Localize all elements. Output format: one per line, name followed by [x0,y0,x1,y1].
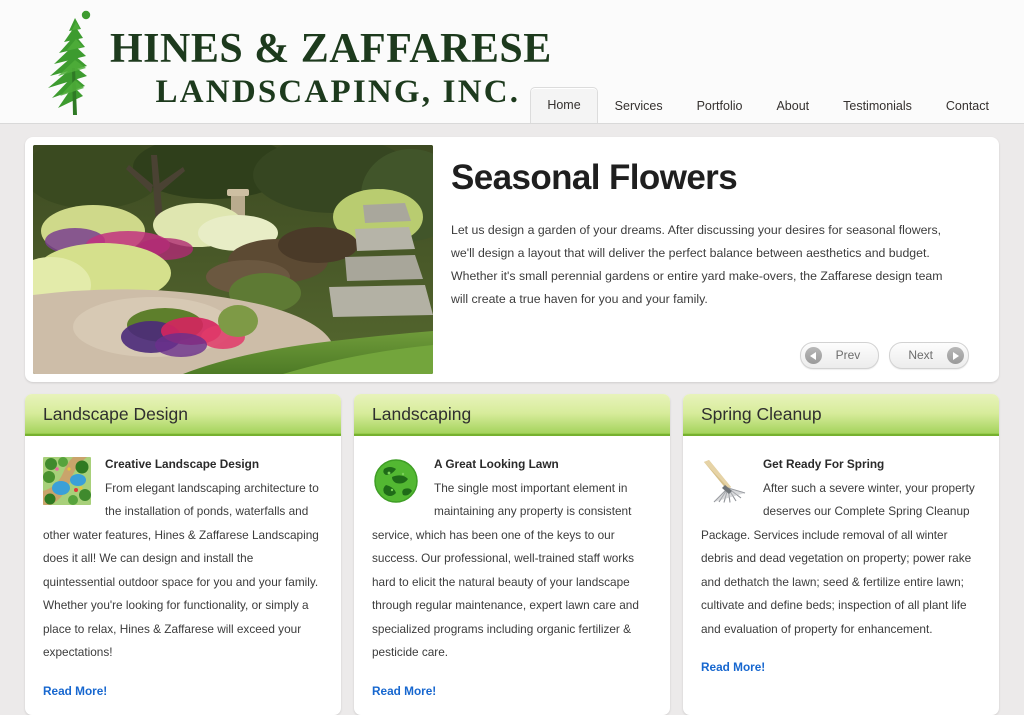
logo-line-1: HINES & ZAFFARESE [110,26,552,72]
card-title: Landscaping [372,404,472,424]
nav-item-portfolio[interactable]: Portfolio [680,89,760,123]
card-body: Get Ready For Spring After such a severe… [683,436,999,715]
carousel-prev-label: Prev [835,348,861,362]
green-globe-thumbnail [372,457,420,505]
read-more-link[interactable]: Read More! [43,680,107,704]
carousel-next-label: Next [908,348,933,362]
hero-title: Seasonal Flowers [451,158,738,197]
hero-image [33,145,433,374]
logo-line-2: LANDSCAPING, INC. [155,74,521,110]
card-header: Spring Cleanup [683,394,999,436]
landscape-plan-thumbnail [43,457,91,505]
rake-thumbnail [701,457,749,505]
nav-item-contact[interactable]: Contact [929,89,1006,123]
card-body: Creative Landscape Design From elegant l… [25,436,341,715]
hero-copy: Seasonal Flowers Let us design a garden … [433,145,991,374]
read-more-link[interactable]: Read More! [372,680,436,704]
hero-description: Let us design a garden of your dreams. A… [451,223,943,306]
carousel-controls: Prev Next [799,342,969,369]
card-lead: Creative Landscape Design [105,457,260,471]
nav-item-services[interactable]: Services [598,89,680,123]
nav-item-about[interactable]: About [759,89,826,123]
card-spring-cleanup: Spring Cleanup Get Ready For Spring Afte… [683,394,999,715]
card-header: Landscaping [354,394,670,436]
chevron-left-icon [804,347,822,364]
card-lead: Get Ready For Spring [763,457,885,471]
card-text: From elegant landscaping architecture to… [43,480,319,660]
site-header: HINES & ZAFFARESE LANDSCAPING, INC. Home… [0,0,1024,124]
read-more-link[interactable]: Read More! [701,656,765,680]
main-navigation: Home Services Portfolio About Testimonia… [530,87,1006,123]
card-landscape-design: Landscape Design Creative Landscape Desi… [25,394,341,715]
chevron-right-icon [947,347,964,364]
nav-item-home[interactable]: Home [530,87,598,123]
card-title: Spring Cleanup [701,404,822,424]
logo-wordmark: HINES & ZAFFARESE LANDSCAPING, INC. [110,8,552,112]
card-text: The single most important element in mai… [372,480,639,660]
card-body: A Great Looking Lawn The single most imp… [354,436,670,715]
card-header: Landscape Design [25,394,341,436]
card-lead: A Great Looking Lawn [434,457,559,471]
service-cards-row: Landscape Design Creative Landscape Desi… [25,394,999,715]
carousel-prev-button[interactable]: Prev [799,342,880,369]
pine-tree-icon [48,10,91,115]
site-logo[interactable]: HINES & ZAFFARESE LANDSCAPING, INC. [42,8,552,116]
card-landscaping: Landscaping A Great Looking Lawn The sin… [354,394,670,715]
carousel-next-button[interactable]: Next [889,342,969,369]
hero-panel: Seasonal Flowers Let us design a garden … [25,137,999,382]
card-title: Landscape Design [43,404,188,424]
nav-item-testimonials[interactable]: Testimonials [826,89,929,123]
page-body: Seasonal Flowers Let us design a garden … [0,137,1024,715]
